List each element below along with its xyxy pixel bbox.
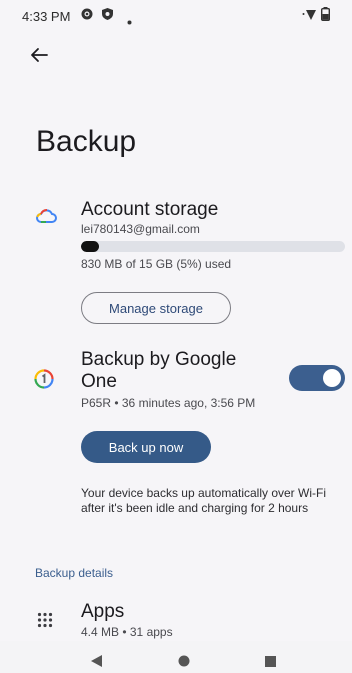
apps-grid-icon xyxy=(37,612,53,633)
manage-storage-button[interactable]: Manage storage xyxy=(81,292,231,324)
toggle-knob xyxy=(323,369,341,387)
account-email: lei780143@gmail.com xyxy=(81,222,200,236)
storage-progress-bar xyxy=(81,241,345,252)
backup-description: Your device backs up automatically over … xyxy=(81,486,326,515)
google-one-title-line2: One xyxy=(81,371,117,392)
gear-icon xyxy=(80,7,94,26)
cloud-icon xyxy=(35,208,57,229)
battery-icon xyxy=(320,7,330,26)
apps-subtitle: 4.4 MB • 31 apps xyxy=(81,625,173,639)
navigation-bar xyxy=(0,641,352,673)
back-up-now-button[interactable]: Back up now xyxy=(81,431,211,463)
page-title: Backup xyxy=(36,125,137,158)
storage-progress-fill xyxy=(81,241,100,252)
backup-details-header: Backup details xyxy=(35,566,114,580)
account-storage-title: Account storage xyxy=(81,199,219,220)
status-time: 4:33 PM xyxy=(22,9,71,24)
last-backup-text: P65R • 36 minutes ago, 3:56 PM xyxy=(81,396,256,410)
home-circle-icon[interactable] xyxy=(178,654,190,672)
apps-title: Apps xyxy=(81,601,125,622)
google-one-icon xyxy=(34,369,54,394)
back-triangle-icon[interactable] xyxy=(91,654,103,672)
status-bar: 4:33 PM xyxy=(0,0,352,30)
back-button[interactable] xyxy=(24,40,54,70)
storage-usage-text: 830 MB of 15 GB (5%) used xyxy=(81,257,232,271)
shield-icon xyxy=(101,7,114,26)
wifi-icon xyxy=(302,8,318,26)
backup-toggle[interactable] xyxy=(289,365,345,391)
arrow-left-icon xyxy=(31,48,48,62)
recents-square-icon[interactable] xyxy=(265,654,276,672)
google-one-title-line1: Backup by Google xyxy=(81,349,237,370)
dot-icon xyxy=(127,12,132,30)
